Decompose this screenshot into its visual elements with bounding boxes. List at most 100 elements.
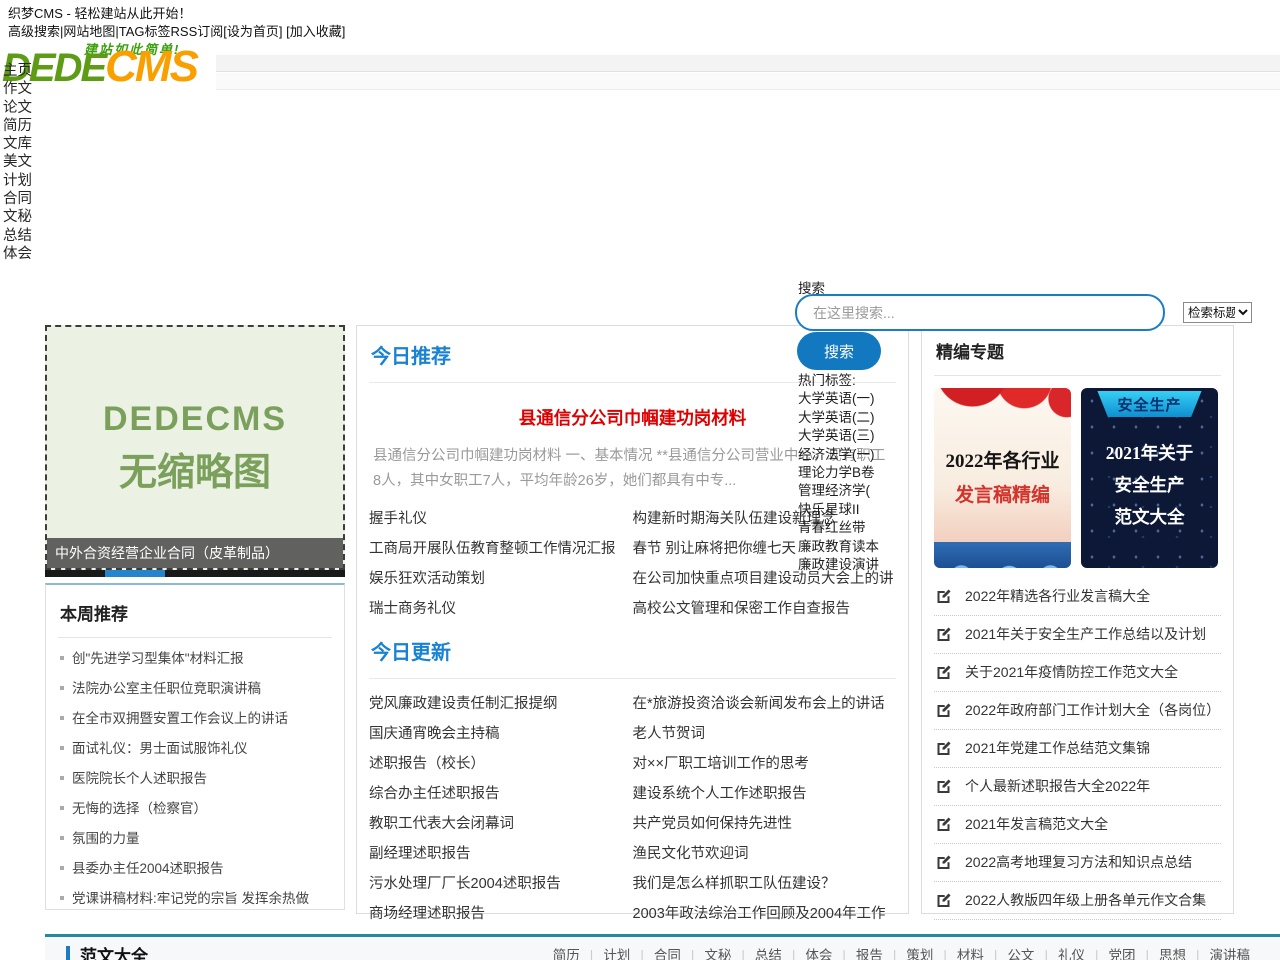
nav-link[interactable]: 文库 (3, 136, 32, 152)
topic-link[interactable]: 2021年党建工作总结范文集锦 (965, 738, 1150, 758)
update-link[interactable]: 建设系统个人工作述职报告 (633, 786, 807, 802)
category-link[interactable]: 公文 (1007, 948, 1034, 960)
today-link[interactable]: 春节 别让麻将把你缠七天 (633, 541, 797, 557)
topic-link[interactable]: 2022年精选各行业发言稿大全 (965, 586, 1150, 606)
weekly-item-link[interactable]: 氛围的力量 (72, 831, 140, 846)
nav-link[interactable]: 作文 (3, 81, 32, 97)
update-link[interactable]: 商场经理述职报告 (369, 906, 485, 922)
weekly-item-link[interactable]: 创"先进学习型集体"材料汇报 (72, 651, 244, 666)
top-utility-link[interactable]: 网站地图| (63, 24, 118, 39)
category-link[interactable]: 思想 (1159, 948, 1186, 960)
weekly-item-link[interactable]: 无悔的选择（检察官） (72, 801, 207, 816)
top-utility-link[interactable]: 高级搜索| (8, 24, 63, 39)
update-link[interactable]: 污水处理厂厂长2004述职报告 (369, 876, 561, 892)
nav-link[interactable]: 美文 (3, 154, 32, 170)
category-link[interactable]: 策划 (906, 948, 933, 960)
update-link[interactable]: 国庆通宵晚会主持稿 (369, 726, 500, 742)
update-link[interactable]: 共产党员如何保持先进性 (633, 816, 793, 832)
today-link[interactable]: 瑞士商务礼仪 (369, 601, 456, 617)
hot-tag-link[interactable]: 青春红丝带 (798, 519, 918, 537)
site-logo[interactable]: 建站如此简单! DEDECMS (0, 42, 216, 90)
nav-link[interactable]: 文秘 (3, 209, 32, 225)
topics-box: 精编专题 2022年各行业 发言稿精编 安全生产 2021年关于 安全生产 范文… (921, 325, 1234, 914)
bottom-section-title: 范文大全 (80, 942, 148, 960)
edit-icon (936, 588, 952, 604)
category-link[interactable]: 材料 (957, 948, 984, 960)
nav-link[interactable]: 体会 (3, 246, 32, 262)
update-link[interactable]: 党风廉政建设责任制汇报提纲 (369, 696, 558, 712)
topic-card-speeches-2022[interactable]: 2022年各行业 发言稿精编 (934, 388, 1071, 568)
today-link[interactable]: 握手礼仪 (369, 511, 427, 527)
topic-card-safety-2021[interactable]: 安全生产 2021年关于 安全生产 范文大全 (1081, 388, 1218, 568)
category-link[interactable]: 报告 (856, 948, 883, 960)
search-input[interactable] (795, 294, 1165, 331)
today-link[interactable]: 工商局开展队伍教育整顿工作情况汇报 (369, 541, 616, 557)
category-link[interactable]: 体会 (805, 948, 832, 960)
nav-link[interactable]: 简历 (3, 118, 32, 134)
slider-pager[interactable] (45, 570, 345, 577)
slider-pager-active-segment[interactable] (105, 570, 165, 577)
edit-icon (936, 892, 952, 908)
nav-item: 总结 (3, 227, 32, 245)
update-link[interactable]: 副经理述职报告 (369, 846, 471, 862)
weekly-item-link[interactable]: 在全市双拥暨安置工作会议上的讲话 (72, 711, 288, 726)
category-link[interactable]: 党团 (1108, 948, 1135, 960)
update-link[interactable]: 老人节贺词 (633, 726, 706, 742)
today-link[interactable]: 高校公文管理和保密工作自查报告 (633, 601, 851, 617)
topic-link[interactable]: 2022人教版四年级上册各单元作文合集 (965, 890, 1206, 910)
update-link[interactable]: 在*旅游投资洽谈会新闻发布会上的讲话 (633, 696, 885, 712)
category-link[interactable]: 演讲稿 (1210, 948, 1251, 960)
update-link[interactable]: 渔民文化节欢迎词 (633, 846, 749, 862)
nav-link[interactable]: 合同 (3, 191, 32, 207)
topic-cards: 2022年各行业 发言稿精编 安全生产 2021年关于 安全生产 范文大全 (934, 388, 1221, 568)
weekly-item-link[interactable]: 医院院长个人述职报告 (72, 771, 207, 786)
update-link[interactable]: 对××厂职工培训工作的思考 (633, 756, 809, 772)
weekly-item-link[interactable]: 县委办主任2004述职报告 (72, 861, 224, 876)
search-button[interactable]: 搜索 (797, 332, 881, 370)
hot-tag-link[interactable]: 廉政教育读本 (798, 538, 918, 556)
category-link[interactable]: 文秘 (704, 948, 731, 960)
hot-tag-link[interactable]: 大学英语(三) (798, 427, 918, 445)
category-link[interactable]: 计划 (603, 948, 630, 960)
nav-link[interactable]: 论文 (3, 100, 32, 116)
card-text: 安全生产 (1081, 472, 1218, 497)
category-link[interactable]: 简历 (553, 948, 580, 960)
top-utility-link[interactable]: [设为首页] (223, 24, 286, 39)
top-utility-link[interactable]: [加入收藏] (286, 24, 345, 39)
topic-link[interactable]: 个人最新述职报告大全2022年 (965, 776, 1150, 796)
topic-link[interactable]: 关于2021年疫情防控工作范文大全 (965, 662, 1178, 682)
topic-link[interactable]: 2021年发言稿范文大全 (965, 814, 1108, 834)
update-link[interactable]: 我们是怎么样抓职工队伍建设？ (633, 876, 836, 892)
category-link[interactable]: 合同 (654, 948, 681, 960)
top-utility-link[interactable]: TAG标签 (119, 24, 171, 39)
hot-tag-link[interactable]: 廉政建设演讲 (798, 556, 918, 574)
bottom-category-links: 简历 计划 合同 文秘 总结 体会 报告 策划 材料 公文 礼仪 党团 思想 演讲稿 (553, 944, 1250, 960)
update-link[interactable]: 2003年政法综治工作回顾及2004年工作 (633, 906, 886, 922)
weekly-item-link[interactable]: 党课讲稿材料:牢记党的宗旨 发挥余热做 (72, 891, 309, 906)
hot-tag-link[interactable]: 理论力学B卷 (798, 464, 918, 482)
nav-link[interactable]: 主页 (3, 63, 32, 79)
featured-slider[interactable]: DEDECMS 无缩略图 中外合资经营企业合同（皮革制品） (45, 325, 345, 577)
nav-link[interactable]: 总结 (3, 228, 32, 244)
hot-tag-link[interactable]: 经济法学(一) (798, 446, 918, 464)
topic-link[interactable]: 2021年关于安全生产工作总结以及计划 (965, 624, 1206, 644)
hot-tag-link[interactable]: 大学英语(一) (798, 390, 918, 408)
hot-tag-link[interactable]: 大学英语(二) (798, 409, 918, 427)
hot-tag-link[interactable]: 快乐星球II (798, 501, 918, 519)
top-utility-link[interactable]: RSS订阅 (171, 24, 224, 39)
topic-link[interactable]: 2022高考地理复习方法和知识点总结 (965, 852, 1192, 872)
category-link[interactable]: 总结 (755, 948, 782, 960)
weekly-item-link[interactable]: 法院办公室主任职位竞职演讲稿 (72, 681, 261, 696)
category-link[interactable]: 礼仪 (1058, 948, 1085, 960)
today-link[interactable]: 娱乐狂欢活动策划 (369, 571, 485, 587)
weekly-item-link[interactable]: 面试礼仪：男士面试服饰礼仪 (72, 741, 248, 756)
topic-link[interactable]: 2022年政府部门工作计划大全（各岗位） (965, 700, 1219, 720)
update-link[interactable]: 述职报告（校长） (369, 756, 485, 772)
hot-tag-link[interactable]: 管理经济学( (798, 482, 918, 500)
slider-caption[interactable]: 中外合资经营企业合同（皮革制品） (47, 538, 343, 568)
update-link[interactable]: 综合办主任述职报告 (369, 786, 500, 802)
list-item: 对××厂职工培训工作的思考 (633, 749, 897, 779)
nav-link[interactable]: 计划 (3, 173, 32, 189)
update-link[interactable]: 教职工代表大会闭幕词 (369, 816, 514, 832)
search-scope-select[interactable]: 检索标题 (1183, 302, 1252, 323)
